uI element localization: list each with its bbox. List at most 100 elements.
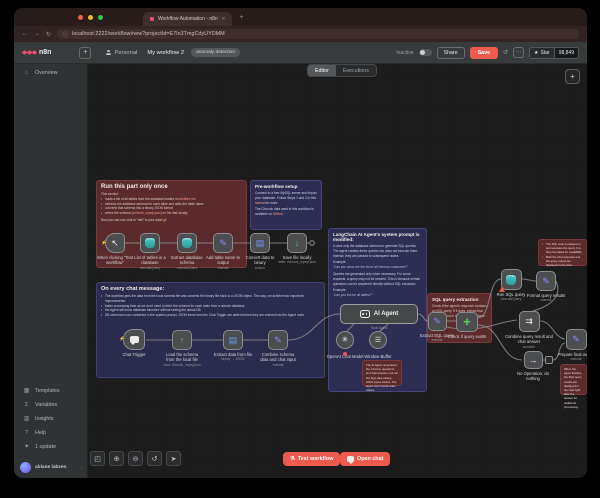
node-load-schema[interactable]: ↑ Load the schema from the local file re… — [162, 330, 202, 367]
tidy-up-button[interactable]: ➤ — [166, 451, 181, 466]
pencil-icon: ✎ — [572, 335, 580, 344]
node-check-query[interactable]: ✚ Check if query exists — [447, 312, 487, 339]
tab-title: Workflow Automation - n8n — [158, 16, 218, 22]
user-name: ablane labzen — [35, 465, 74, 470]
sidebar-item-templates[interactable]: ▦ Templates — [14, 384, 87, 398]
workflow-canvas[interactable]: Editor Executions + Run this part only o… — [88, 64, 587, 478]
site-info-icon[interactable]: ⓘ — [63, 31, 68, 38]
browser-tab[interactable]: Workflow Automation - n8n ✕ — [143, 12, 232, 26]
sidebar-item-label: Insights — [35, 416, 54, 422]
github-star-button[interactable]: ★Star 98,849 — [529, 47, 579, 59]
mouse-pointer-icon: ↖ — [111, 239, 119, 248]
warning-icon — [499, 286, 505, 292]
sidebar-item-help[interactable]: ? Help — [14, 426, 87, 440]
address-bar[interactable]: ⓘ localhost:2222/workflow/new?projectId=… — [57, 29, 579, 39]
forward-icon[interactable]: → — [34, 31, 40, 37]
templates-icon: ▦ — [23, 388, 30, 394]
window-controls[interactable] — [78, 15, 103, 20]
activation-toggle[interactable] — [419, 49, 432, 57]
node-format-results[interactable]: ✎ Format query results manual — [526, 271, 566, 303]
reset-zoom-button[interactable]: ↺ — [147, 451, 162, 466]
database-icon — [145, 238, 155, 248]
node-combine-result[interactable]: ⇉ Combine query result and chat answer c… — [505, 311, 553, 349]
node-add-table-name[interactable]: ✎ Add table name to output manual — [203, 233, 243, 270]
close-tab-icon[interactable]: ✕ — [222, 16, 226, 22]
zoom-to-fit-button[interactable]: ◰ — [90, 451, 105, 466]
variables-icon: Σ — [23, 402, 30, 408]
insights-icon: ▥ — [23, 416, 30, 422]
sidebar-item-updates[interactable]: ✦ 1 update — [14, 440, 87, 454]
share-button[interactable]: Share — [437, 47, 465, 59]
node-save-file[interactable]: ↓ Save file locally write: chinook_mysql… — [277, 233, 317, 265]
star-icon: ★ — [534, 50, 538, 56]
node-ai-agent[interactable]: AI Agent Tools Agent — [340, 304, 418, 324]
file-icon: ▤ — [256, 239, 265, 248]
user-more-icon[interactable]: ⋯ — [78, 465, 83, 471]
sidebar-item-overview[interactable]: ⌂ Overview — [14, 64, 87, 80]
user-menu[interactable]: ablane labzen ⋯ — [20, 462, 83, 473]
open-chat-button[interactable]: Open chat — [340, 452, 390, 466]
node-noop[interactable]: → No Operation, do nothing — [511, 351, 555, 382]
sidebar-item-insights[interactable]: ▥ Insights — [14, 412, 87, 426]
sticky-memory-note[interactable]: The AI Agent remembers the schema, quest… — [362, 360, 402, 386]
person-icon — [105, 50, 111, 56]
back-icon[interactable]: ← — [22, 31, 28, 37]
new-tab-button[interactable]: + — [239, 14, 243, 21]
test-workflow-button[interactable]: ⚗ Test workflow — [283, 452, 340, 466]
chat-bubble-icon — [130, 336, 139, 343]
sidebar-item-label: Help — [35, 430, 46, 436]
reload-icon[interactable]: ↻ — [46, 31, 51, 38]
trigger-bolt-icon: ⚡ — [101, 240, 107, 246]
arrow-right-icon: → — [529, 356, 538, 365]
update-icon: ✦ — [23, 444, 30, 450]
flask-icon: ⚗ — [290, 456, 295, 462]
close-window-button[interactable] — [78, 15, 83, 20]
help-icon: ? — [23, 430, 30, 436]
robot-icon — [360, 310, 370, 318]
node-prepare-output[interactable]: ✎ Prepare final output manual — [555, 329, 587, 362]
home-icon: ⌂ — [23, 70, 30, 76]
openai-icon: ✳ — [342, 336, 349, 344]
workflow-tag[interactable]: anomaly detection — [191, 48, 240, 57]
browser-window: Workflow Automation - n8n ✕ + ← → ↻ ⓘ lo… — [14, 8, 587, 478]
brand-name: n8n — [39, 49, 51, 56]
pencil-icon: ✎ — [433, 317, 441, 326]
maximize-window-button[interactable] — [98, 15, 103, 20]
node-extract-file[interactable]: ▤ Extract data from file binary → JSON — [213, 330, 253, 362]
star-count: 98,849 — [554, 48, 578, 58]
workflow-name[interactable]: My workflow 2 — [147, 50, 184, 56]
zoom-out-button[interactable]: ⊖ — [128, 451, 143, 466]
minimize-window-button[interactable] — [88, 15, 93, 20]
chat-bubble-icon — [347, 456, 354, 462]
screenshot-stage: Workflow Automation - n8n ✕ + ← → ↻ ⓘ lo… — [0, 0, 600, 498]
file-icon: ▤ — [229, 336, 238, 345]
browser-tab-bar: Workflow Automation - n8n ✕ + — [14, 8, 587, 26]
node-chat-trigger[interactable]: ⚡ Chat Trigger — [114, 329, 154, 357]
zoom-in-button[interactable]: ⊕ — [109, 451, 124, 466]
pencil-icon: ✎ — [542, 277, 550, 286]
history-icon[interactable]: ↺ — [503, 49, 508, 56]
sidebar-item-variables[interactable]: Σ Variables — [14, 398, 87, 412]
merge-icon: ⇉ — [525, 317, 533, 326]
sidebar: ⌂ Overview ▦ Templates Σ Variables ▥ Ins… — [14, 64, 88, 478]
node-extract-schema[interactable]: Extract database schema executeQuery — [167, 233, 207, 270]
canvas-toolbar: ◰ ⊕ ⊖ ↺ ➤ — [90, 451, 181, 466]
save-button[interactable]: Save — [470, 47, 498, 59]
more-menu-button[interactable]: ⋯ — [513, 47, 524, 58]
node-run-sql[interactable]: Run SQL query executeQuery — [491, 269, 531, 302]
sidebar-item-label: Variables — [35, 402, 57, 408]
breadcrumb-project[interactable]: Personal — [114, 50, 137, 56]
node-combine-schema[interactable]: ✎ Combine schema data and chat input man… — [258, 330, 298, 367]
n8n-logo-icon — [22, 48, 37, 57]
create-workflow-button[interactable]: + — [79, 47, 91, 59]
node-manual-trigger[interactable]: ⚡↖ When clicking “Test workflow” — [95, 233, 135, 266]
pencil-icon: ✎ — [274, 336, 282, 345]
sidebar-item-label: Overview — [35, 70, 57, 76]
sticky-body: The AI Agent remembers the schema, quest… — [366, 363, 398, 392]
url-text: localhost:2222/workflow/new?projectId=E7… — [72, 31, 225, 37]
node-list-tables[interactable]: List of tables in a database executeQuer… — [130, 233, 170, 270]
node-convert-binary[interactable]: ▤ Convert data to binary toJson — [240, 233, 280, 270]
avatar — [20, 462, 31, 473]
app-header: n8n + Personal My workflow 2 anomaly det… — [14, 42, 587, 64]
trigger-bolt-icon: ⚡ — [119, 336, 125, 342]
